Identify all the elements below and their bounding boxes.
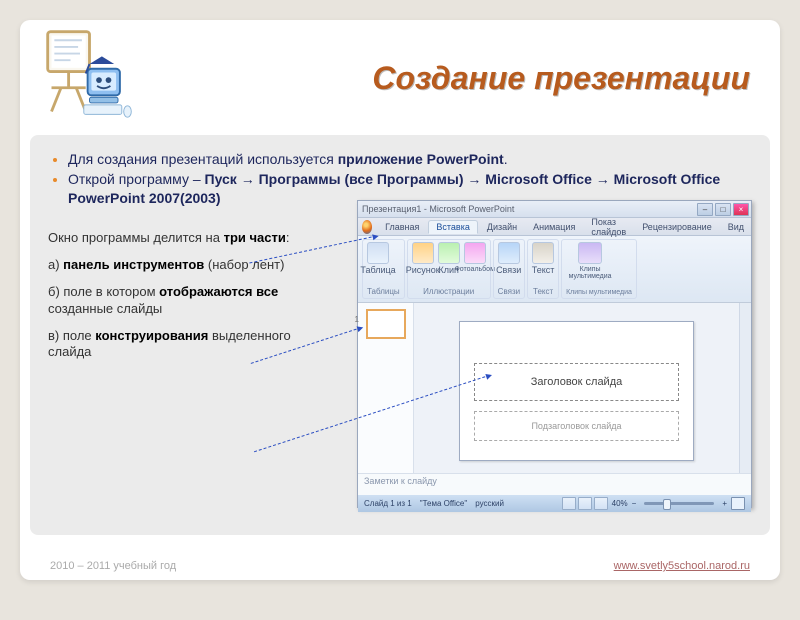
lesson-slide: Создание презентации Для создания презен… bbox=[20, 20, 780, 580]
fit-button[interactable] bbox=[731, 497, 745, 510]
zoom-in-button[interactable]: + bbox=[722, 499, 727, 508]
clip-icon bbox=[438, 242, 460, 264]
slide-canvas[interactable]: Заголовок слайда Подзаголовок слайда bbox=[414, 303, 739, 473]
office-button[interactable] bbox=[362, 220, 372, 234]
ribbon-group-links: Связи Связи bbox=[493, 239, 525, 299]
powerpoint-screenshot: Презентация1 - Microsoft PowerPoint – □ … bbox=[357, 200, 752, 508]
table-icon bbox=[367, 242, 389, 264]
slide-body: Для создания презентаций используется пр… bbox=[30, 135, 770, 535]
text-icon bbox=[532, 242, 554, 264]
links-button[interactable]: Связи bbox=[498, 242, 520, 275]
links-icon bbox=[498, 242, 520, 264]
ribbon-group-tables: Таблица Таблицы bbox=[362, 239, 405, 299]
view-buttons[interactable] bbox=[562, 497, 608, 510]
ribbon-group-text: Текст Текст bbox=[527, 239, 559, 299]
minimize-button[interactable]: – bbox=[697, 203, 713, 216]
ribbon-group-media: Клипы мультимедиа Клипы мультимедиа bbox=[561, 239, 637, 299]
status-theme: "Тема Office" bbox=[420, 499, 468, 508]
table-button[interactable]: Таблица bbox=[367, 242, 389, 275]
tab-view[interactable]: Вид bbox=[721, 221, 751, 233]
status-slide-count: Слайд 1 из 1 bbox=[364, 499, 412, 508]
ribbon-group-illustrations: Рисунок Клип Фотоальбом Иллюстрации bbox=[407, 239, 491, 299]
tab-animation[interactable]: Анимация bbox=[526, 221, 582, 233]
window-title: Презентация1 - Microsoft PowerPoint bbox=[362, 204, 514, 214]
slide-footer: 2010 – 2011 учебный год www.svetly5schoo… bbox=[20, 560, 780, 572]
zoom-percent: 40% bbox=[612, 499, 628, 508]
media-button[interactable]: Клипы мультимедиа bbox=[566, 242, 614, 280]
subtitle-placeholder[interactable]: Подзаголовок слайда bbox=[474, 411, 679, 441]
tab-design[interactable]: Дизайн bbox=[480, 221, 524, 233]
zoom-out-button[interactable]: − bbox=[632, 499, 637, 508]
photoalbum-icon bbox=[464, 242, 486, 264]
tab-slideshow[interactable]: Показ слайдов bbox=[584, 216, 633, 238]
intro-bullets: Для создания презентаций используется пр… bbox=[48, 149, 752, 208]
slide-header: Создание презентации bbox=[20, 20, 780, 135]
tab-review[interactable]: Рецензирование bbox=[635, 221, 719, 233]
bullet-app: Для создания презентаций используется пр… bbox=[68, 149, 752, 169]
title-placeholder[interactable]: Заголовок слайда bbox=[474, 363, 679, 401]
maximize-button[interactable]: □ bbox=[715, 203, 731, 216]
workspace: 1 Заголовок слайда Подзаголовок слайда bbox=[358, 303, 751, 473]
footer-link[interactable]: www.svetly5school.narod.ru bbox=[614, 560, 750, 572]
ribbon: Таблица Таблицы Рисунок Клип Фотоальбом … bbox=[358, 236, 751, 303]
close-button[interactable]: × bbox=[733, 203, 749, 216]
picture-icon bbox=[412, 242, 434, 264]
picture-button[interactable]: Рисунок bbox=[412, 242, 434, 275]
status-bar: Слайд 1 из 1 "Тема Office" русский 40% −… bbox=[358, 495, 751, 512]
three-parts-paragraph: Окно программы делится на три части: а) … bbox=[48, 230, 308, 361]
media-icon bbox=[578, 242, 602, 264]
teacher-computer-clipart bbox=[42, 26, 137, 121]
photoalbum-button[interactable]: Фотоальбом bbox=[464, 242, 486, 275]
text-button[interactable]: Текст bbox=[532, 242, 554, 275]
status-language: русский bbox=[475, 499, 504, 508]
ribbon-tabs: Главная Вставка Дизайн Анимация Показ сл… bbox=[358, 218, 751, 236]
slide-thumbnail-1[interactable] bbox=[366, 309, 406, 339]
notes-pane[interactable]: Заметки к слайду bbox=[358, 473, 751, 495]
window-controls: – □ × bbox=[697, 203, 749, 216]
footer-year: 2010 – 2011 учебный год bbox=[50, 560, 176, 572]
part-a: а) панель инструментов (набор лент) bbox=[48, 257, 308, 274]
tab-home[interactable]: Главная bbox=[378, 221, 426, 233]
vertical-scrollbar[interactable] bbox=[739, 303, 751, 473]
thumbnail-pane[interactable]: 1 bbox=[358, 303, 414, 473]
slide-edit[interactable]: Заголовок слайда Подзаголовок слайда bbox=[459, 321, 694, 461]
page-title: Создание презентации bbox=[372, 60, 750, 97]
tab-insert[interactable]: Вставка bbox=[428, 220, 477, 234]
window-titlebar: Презентация1 - Microsoft PowerPoint – □ … bbox=[358, 201, 751, 218]
zoom-slider[interactable] bbox=[644, 502, 714, 505]
part-b: б) поле в котором отображаются все созда… bbox=[48, 284, 308, 318]
